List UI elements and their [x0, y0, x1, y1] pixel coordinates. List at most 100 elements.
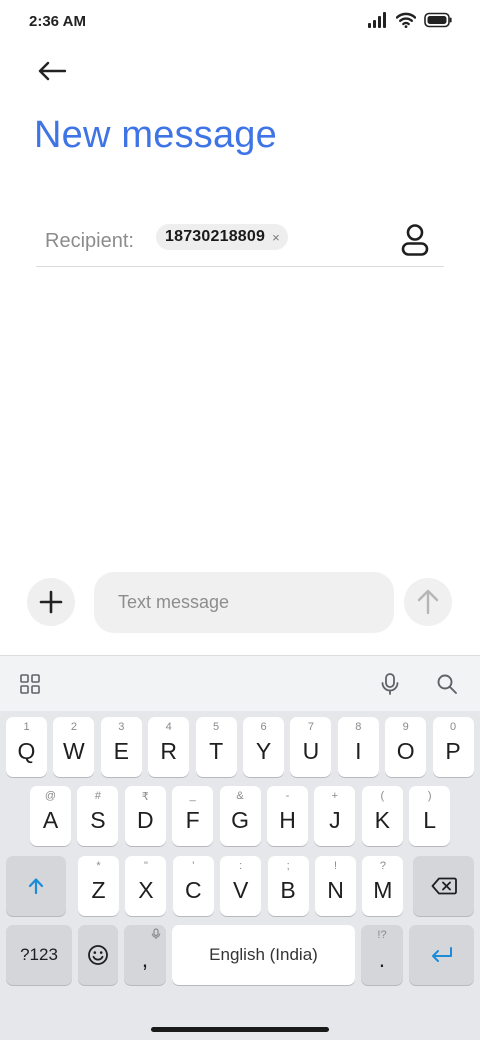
- search-icon: [437, 674, 457, 694]
- key-hint: ₹: [141, 791, 149, 803]
- key-hint: 6: [260, 721, 267, 733]
- key-hint: -: [285, 790, 290, 802]
- arrow-left-icon: [38, 61, 66, 81]
- key-d[interactable]: ₹ D: [124, 786, 166, 846]
- grid-icon: [20, 674, 40, 694]
- key-hint: 4: [165, 721, 172, 733]
- key-label: G: [231, 806, 250, 833]
- key-label: D: [136, 806, 154, 833]
- key-label: F: [185, 806, 200, 833]
- backspace-icon: [431, 877, 457, 895]
- key-hint: (: [380, 790, 385, 802]
- key-label: Q: [17, 737, 36, 764]
- key-f[interactable]: _ F: [172, 786, 214, 846]
- key-label: J: [329, 806, 341, 833]
- key-p[interactable]: 0P: [432, 717, 474, 777]
- back-button[interactable]: [30, 52, 74, 90]
- plus-icon: [39, 590, 63, 614]
- backspace-key[interactable]: [413, 856, 474, 916]
- space-key-label: English (India): [209, 945, 318, 964]
- key-hint: #: [94, 790, 101, 802]
- key-label: L: [423, 806, 437, 833]
- key-y[interactable]: 6Y: [243, 717, 284, 777]
- key-w[interactable]: 2W: [53, 717, 95, 777]
- key-label: C: [184, 876, 202, 903]
- key-label: W: [63, 737, 85, 764]
- keyboard-apps-button[interactable]: [16, 670, 44, 698]
- signal-icon: [368, 12, 388, 33]
- key-hint: 7: [307, 721, 314, 733]
- key-t[interactable]: 5T: [195, 717, 237, 777]
- keyboard: 1Q2W3E4R5T6Y7U8I9O0P @ A # S ₹ D _ F & G - H + J(K) L …: [0, 655, 480, 1040]
- recipient-label: Recipient:: [45, 230, 134, 252]
- key-hint: !: [333, 860, 338, 872]
- key-hint: 1: [23, 721, 30, 733]
- key-e[interactable]: 3E: [100, 717, 142, 777]
- key-v[interactable]: :V: [220, 856, 262, 916]
- emoji-icon: [88, 945, 108, 965]
- symbols-key[interactable]: ?123: [6, 925, 72, 985]
- key-hint: 5: [213, 721, 220, 733]
- key-hint: +: [331, 790, 339, 802]
- message-input-container[interactable]: [94, 572, 394, 633]
- key-b[interactable]: ; B: [267, 856, 309, 916]
- add-attachment-button[interactable]: [27, 578, 75, 626]
- key-r[interactable]: 4R: [148, 717, 190, 777]
- key-z[interactable]: * Z: [78, 856, 119, 916]
- message-input[interactable]: [118, 572, 378, 633]
- key-g[interactable]: & G: [219, 786, 261, 846]
- emoji-key[interactable]: [78, 925, 118, 985]
- key-a[interactable]: @ A: [30, 786, 71, 846]
- mic-icon: [381, 673, 399, 695]
- key-x[interactable]: " X: [125, 856, 167, 916]
- key-hint: ": [143, 860, 148, 872]
- key-label: O: [396, 737, 415, 764]
- key-k[interactable]: (K: [361, 786, 403, 846]
- chip-remove-icon[interactable]: ×: [272, 231, 280, 244]
- key-h[interactable]: -H: [267, 786, 308, 846]
- key-q[interactable]: 1Q: [6, 717, 47, 777]
- key-hint: &: [236, 790, 244, 802]
- comma-key[interactable]: ,: [124, 925, 166, 985]
- key-hint: @: [44, 790, 57, 802]
- key-label: N: [327, 876, 344, 903]
- key-o[interactable]: 9O: [385, 717, 427, 777]
- comma-key-mic-hint: [124, 928, 166, 943]
- enter-key[interactable]: [409, 925, 474, 985]
- key-hint: 9: [402, 721, 409, 733]
- page-title: New message: [34, 114, 277, 156]
- keyboard-search-button[interactable]: [433, 670, 461, 698]
- key-label: T: [209, 737, 224, 764]
- key-hint: ': [192, 860, 195, 872]
- key-hint: 8: [355, 721, 362, 733]
- key-s[interactable]: # S: [77, 786, 119, 846]
- shift-icon: [28, 878, 44, 895]
- status-time: 2:36 AM: [29, 13, 86, 30]
- arrow-up-icon: [417, 589, 439, 615]
- period-key[interactable]: !? .: [361, 925, 403, 985]
- key-j[interactable]: + J: [314, 786, 356, 846]
- recipient-chip[interactable]: 18730218809 ×: [156, 224, 288, 250]
- key-n[interactable]: ! N: [315, 856, 356, 916]
- key-label: X: [138, 876, 154, 903]
- navigation-handle[interactable]: [151, 1027, 329, 1032]
- recipient-row[interactable]: Recipient: 18730218809 ×: [36, 215, 444, 267]
- key-label: I: [355, 737, 362, 764]
- contact-picker-button[interactable]: [400, 223, 430, 257]
- enter-icon: [431, 947, 452, 962]
- space-key[interactable]: English (India): [172, 925, 355, 985]
- key-hint: ;: [286, 860, 290, 872]
- key-m[interactable]: ? M: [362, 856, 404, 916]
- battery-icon: [424, 12, 452, 33]
- send-button[interactable]: [404, 578, 452, 626]
- key-l[interactable]: ) L: [409, 786, 451, 846]
- key-c[interactable]: ' C: [172, 856, 214, 916]
- status-bar: 2:36 AM: [0, 0, 480, 42]
- key-u[interactable]: 7U: [290, 717, 332, 777]
- key-label: H: [279, 806, 296, 833]
- shift-key[interactable]: [6, 856, 66, 916]
- key-hint: _: [189, 790, 196, 802]
- key-label: V: [233, 876, 249, 903]
- key-i[interactable]: 8I: [337, 717, 379, 777]
- voice-input-button[interactable]: [376, 670, 404, 698]
